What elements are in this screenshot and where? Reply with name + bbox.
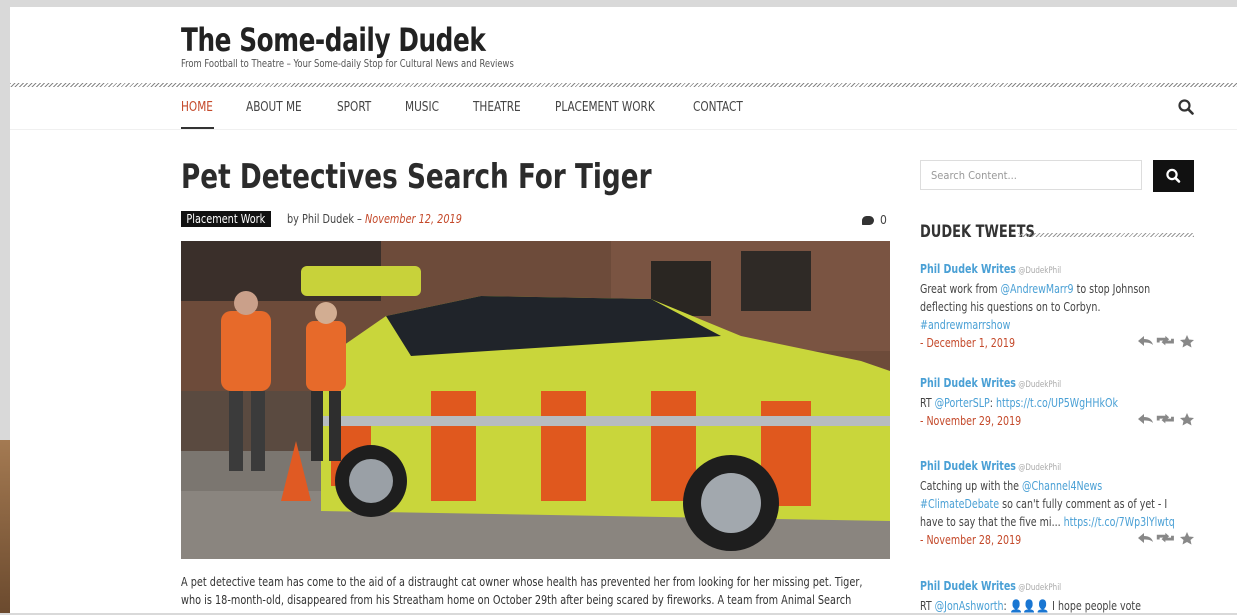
search-icon[interactable] (1178, 99, 1194, 115)
tweet-text: RT @JonAshworth: 👤👤👤 I hope people vote (920, 597, 1170, 615)
tweet-text: #andrewmarrshow (920, 316, 1170, 334)
tweet-actions[interactable] (1136, 531, 1194, 545)
category-badge[interactable]: Placement Work (181, 211, 271, 227)
tweet-text: have to say that the five mi... https://… (920, 513, 1175, 531)
tweet-text: deflecting his questions on to Corbyn. (920, 298, 1170, 316)
widget-title: DUDEK TWEETS (920, 222, 1035, 242)
tweet-handle[interactable]: @DudekPhil (1016, 266, 1061, 276)
tweet: Phil Dudek Writes @DudekPhil RT @JonAshwo… (920, 577, 1204, 615)
tweet-text-segment: have to say that the five mi... (920, 515, 1064, 529)
tweet-author[interactable]: Phil Dudek Writes (920, 376, 1016, 390)
tweet-date[interactable]: - November 28, 2019 (920, 531, 1170, 549)
tweet-text-segment: to stop Johnson (1073, 282, 1151, 296)
tweet-link[interactable]: #ClimateDebate (920, 497, 999, 511)
post-byline: by Phil Dudek – November 12, 2019 (287, 212, 462, 226)
site-header: The Some-daily Dudek From Football to Th… (10, 7, 1237, 87)
tweet-link[interactable]: https://t.co/7Wp3lYlwtq (1064, 515, 1175, 529)
byline-separator: – (353, 212, 365, 226)
tweet-author[interactable]: Phil Dudek Writes (920, 459, 1016, 473)
main-nav: HOME ABOUT ME SPORT MUSIC THEATRE PLACEM… (10, 87, 1237, 130)
tweet-header: Phil Dudek Writes @DudekPhil (920, 260, 1170, 280)
search-input[interactable] (920, 160, 1142, 190)
widget-divider (1018, 233, 1194, 237)
tweet-header: Phil Dudek Writes @DudekPhil (920, 374, 1170, 394)
tweet-text: RT @PorterSLP: https://t.co/UP5WgHHkOk (920, 394, 1170, 412)
nav-item-sport[interactable]: SPORT (337, 100, 371, 115)
post-date[interactable]: November 12, 2019 (365, 212, 462, 226)
tweet-handle[interactable]: @DudekPhil (1016, 380, 1061, 390)
tweet-link[interactable]: @Channel4News (1022, 479, 1102, 493)
site-title[interactable]: The Some-daily Dudek (181, 21, 486, 59)
byline-by: by (287, 212, 299, 226)
nav-item-about-me[interactable]: ABOUT ME (246, 100, 302, 115)
tweet: Phil Dudek Writes @DudekPhil Great work f… (920, 260, 1204, 352)
tweet-text-segment: Catching up with the (920, 479, 1022, 493)
tweet-text: #ClimateDebate so can't fully comment as… (920, 495, 1170, 513)
page: The Some-daily Dudek From Football to Th… (10, 7, 1237, 613)
tweet-actions[interactable] (1136, 412, 1194, 426)
tweet-text: Great work from @AndrewMarr9 to stop Joh… (920, 280, 1170, 298)
tweet-text-segment: : 👤👤👤 I hope people vote (1003, 599, 1141, 613)
featured-image[interactable] (181, 241, 890, 559)
tweet-handle[interactable]: @DudekPhil (1016, 583, 1061, 593)
tweet-text: Catching up with the @Channel4News (920, 477, 1170, 495)
tweet: Phil Dudek Writes @DudekPhil RT @PorterSL… (920, 374, 1204, 430)
post-excerpt: A pet detective team has come to the aid… (181, 573, 901, 609)
tweet-date[interactable]: - December 1, 2019 (920, 334, 1170, 352)
comment-icon (862, 216, 874, 225)
tweet-author[interactable]: Phil Dudek Writes (920, 262, 1016, 276)
tweet-text-segment: Great work from (920, 282, 1001, 296)
tweet-text-segment: RT (920, 396, 935, 410)
search-icon (1166, 168, 1181, 183)
nav-item-music[interactable]: MUSIC (405, 100, 439, 115)
tweet-header: Phil Dudek Writes @DudekPhil (920, 457, 1170, 477)
nav-active-indicator (181, 127, 214, 129)
tweet-text-segment: so can't fully comment as of yet - I (999, 497, 1168, 511)
tweet-header: Phil Dudek Writes @DudekPhil (920, 577, 1170, 597)
tweet-handle[interactable]: @DudekPhil (1016, 463, 1061, 473)
tweet-author[interactable]: Phil Dudek Writes (920, 579, 1016, 593)
sidebar-search (920, 160, 1194, 192)
excerpt-line: A pet detective team has come to the aid… (181, 575, 863, 589)
tweet-link[interactable]: @AndrewMarr9 (1001, 282, 1074, 296)
tweet-link[interactable]: https://t.co/UP5WgHHkOk (996, 396, 1118, 410)
tweet-actions[interactable] (1136, 334, 1194, 348)
excerpt-line: who is 18-month-old, disappeared from hi… (181, 593, 852, 607)
tweet-link[interactable]: @PorterSLP (935, 396, 990, 410)
tweet-text-segment: RT (920, 599, 935, 613)
tweet: Phil Dudek Writes @DudekPhil Catching up … (920, 457, 1204, 549)
tweet-link[interactable]: @JonAshworth (935, 599, 1004, 613)
site-tagline: From Football to Theatre – Your Some-dai… (181, 57, 514, 70)
tweet-date[interactable]: - November 29, 2019 (920, 412, 1170, 430)
comment-count-value: 0 (880, 213, 887, 227)
nav-item-contact[interactable]: CONTACT (693, 100, 743, 115)
nav-item-home[interactable]: HOME (181, 100, 213, 115)
search-button[interactable] (1153, 160, 1194, 192)
post-author[interactable]: Phil Dudek (302, 212, 354, 226)
post-title[interactable]: Pet Detectives Search For Tiger (181, 157, 652, 197)
tweet-text-segment: deflecting his questions on to Corbyn. (920, 300, 1101, 314)
tweet-link[interactable]: #andrewmarrshow (920, 318, 1010, 332)
comment-count[interactable]: 0 (862, 213, 887, 227)
nav-item-placement-work[interactable]: PLACEMENT WORK (555, 100, 655, 115)
nav-item-theatre[interactable]: THEATRE (473, 100, 521, 115)
